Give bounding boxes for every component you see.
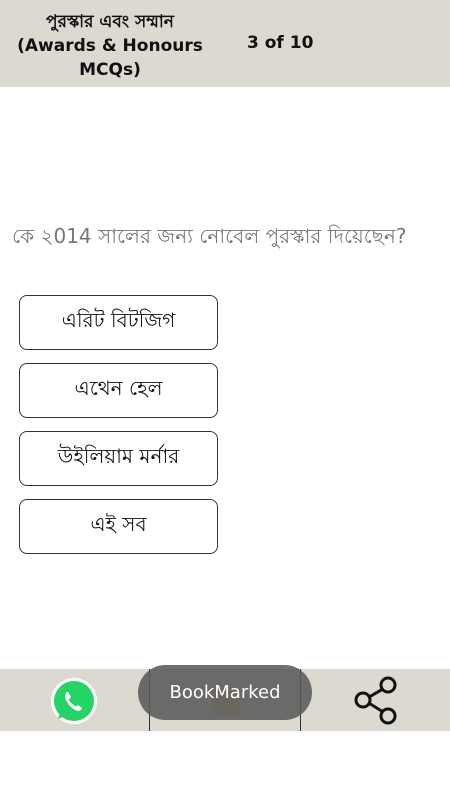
option-label: এই সব — [90, 512, 147, 536]
option-label: এরিট বিটজিগ — [61, 308, 176, 332]
option-label: উইলিয়াম মর্নার — [57, 444, 180, 468]
share-icon[interactable] — [350, 674, 402, 726]
title-line-2: (Awards & Honours — [17, 36, 203, 56]
question-counter: 3 of 10 — [247, 33, 314, 53]
question-text: কে ২014 সালের জন্য নোবেল পুরস্কার দিয়েছ… — [12, 224, 407, 248]
bookmark-toast: BookMarked — [138, 665, 312, 720]
title-line-1: পুরস্কার এবং সম্মান — [46, 12, 174, 32]
option-button-4[interactable]: এই সব — [19, 499, 218, 554]
toast-text: BookMarked — [169, 682, 281, 703]
option-label: এথেন হেল — [74, 376, 163, 400]
option-button-2[interactable]: এথেন হেল — [19, 363, 218, 418]
page-title: পুরস্কার এবং সম্মান (Awards & Honours MC… — [0, 10, 220, 82]
whatsapp-icon[interactable] — [49, 676, 99, 726]
option-button-1[interactable]: এরিট বিটজিগ — [19, 295, 218, 350]
option-button-3[interactable]: উইলিয়াম মর্নার — [19, 431, 218, 486]
title-line-3: MCQs) — [79, 60, 141, 80]
